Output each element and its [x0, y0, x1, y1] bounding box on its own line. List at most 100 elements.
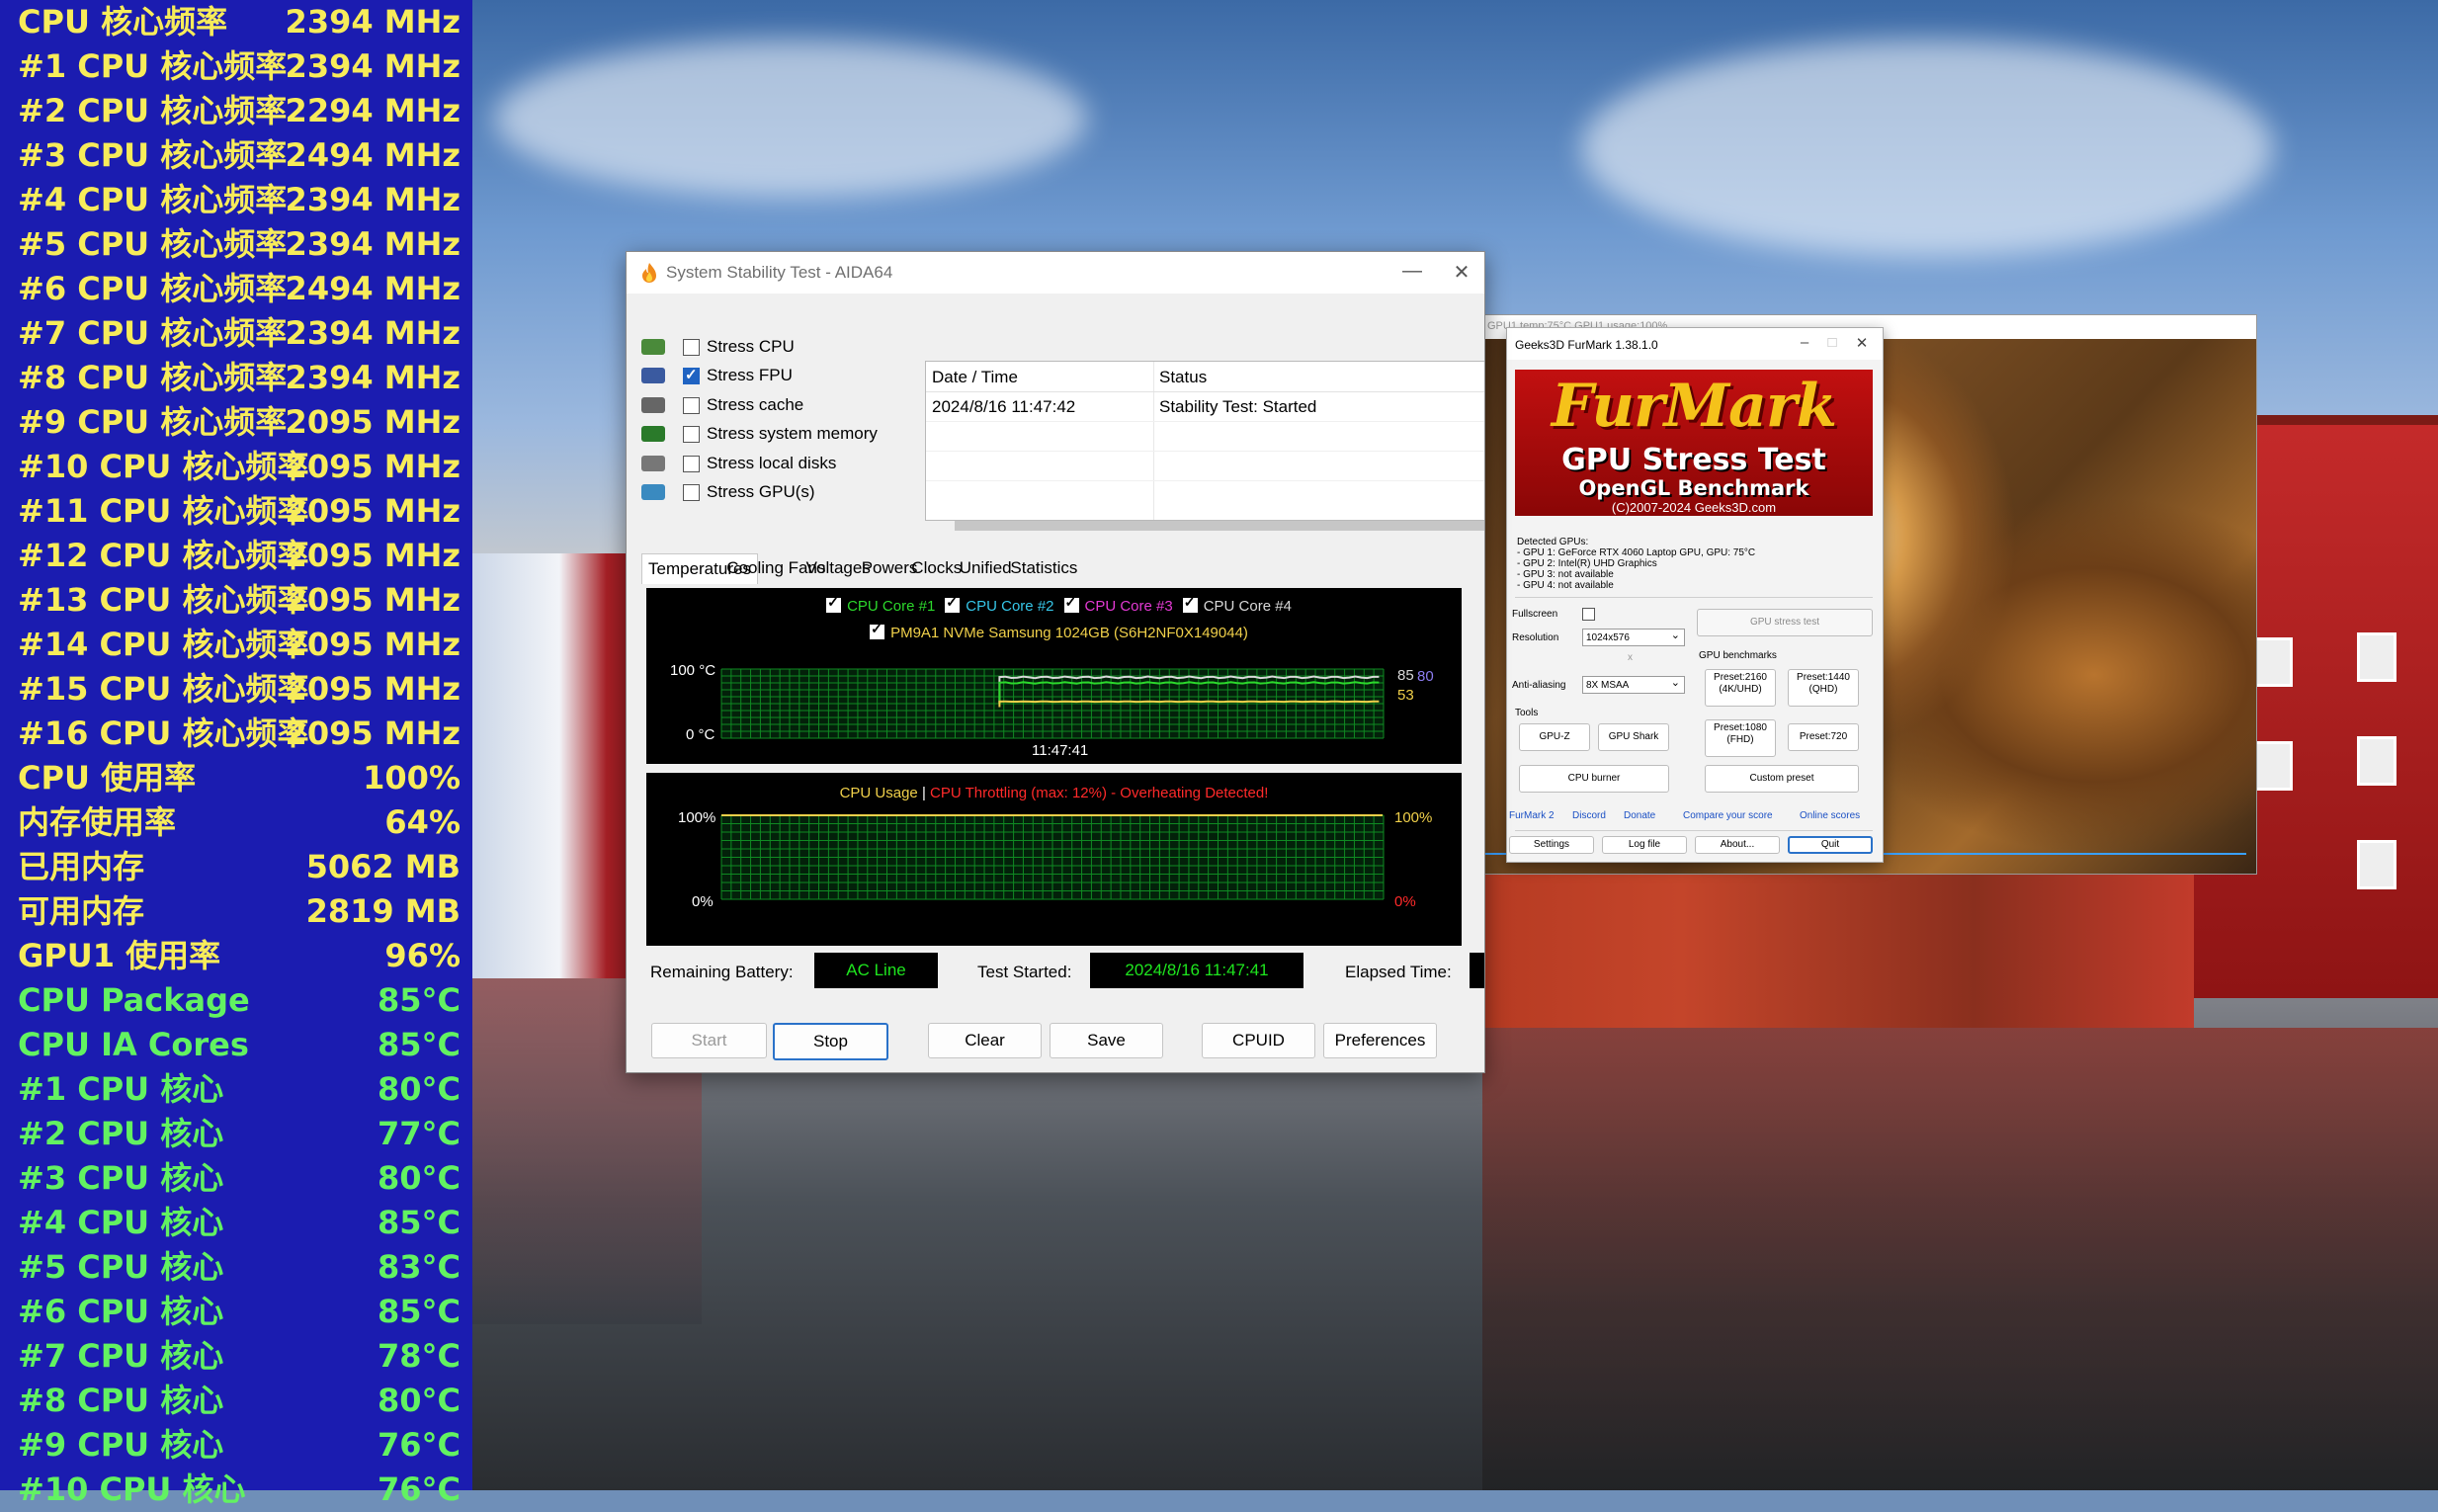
stress-checkbox[interactable] — [683, 366, 700, 385]
detected-gpus-title: Detected GPUs: — [1517, 537, 1589, 547]
stress-checkbox[interactable] — [683, 396, 700, 414]
osd-value: 2294 MHz — [285, 92, 461, 129]
link-online-scores[interactable]: Online scores — [1800, 810, 1860, 821]
osd-row: GPU1 使用率 96% — [0, 934, 472, 978]
about-button[interactable]: About... — [1695, 836, 1780, 854]
osd-label: 内存使用率 — [18, 803, 177, 841]
log-row[interactable]: 2024/8/16 11:47:42 Stability Test: Start… — [926, 391, 1484, 422]
aida64-flame-icon — [642, 263, 656, 283]
usage-title: CPU Usage | CPU Throttling (max: 12%) - … — [646, 785, 1462, 801]
osd-value: 2394 MHz — [285, 3, 461, 41]
osd-row: #7 CPU 核心频率 2394 MHz — [0, 311, 472, 356]
wallpaper-cloud — [494, 40, 1087, 198]
antialiasing-select[interactable]: 8X MSAA — [1582, 674, 1685, 694]
gpu-z-button[interactable]: GPU-Z — [1519, 723, 1590, 751]
osd-value: 2095 MHz — [285, 403, 461, 441]
preset-720-button[interactable]: Preset:720 — [1788, 723, 1859, 751]
stress-device-icon — [641, 339, 665, 355]
furmark-titlebar[interactable]: Geeks3D FurMark 1.38.1.0 – □ ✕ — [1507, 328, 1883, 360]
osd-label: #4 CPU 核心 — [18, 1204, 224, 1241]
osd-row: #4 CPU 核心频率 2394 MHz — [0, 178, 472, 222]
minimize-button[interactable]: – — [1794, 334, 1815, 354]
osd-row: #3 CPU 核心 80°C — [0, 1156, 472, 1201]
legend-label: CPU Core #2 — [966, 598, 1054, 615]
link-furmark-2[interactable]: FurMark 2 — [1509, 810, 1555, 821]
stress-checkbox[interactable] — [683, 455, 700, 472]
stress-checkbox[interactable] — [683, 339, 700, 356]
osd-value: 2394 MHz — [285, 314, 461, 352]
cpuid-button[interactable]: CPUID — [1202, 1023, 1315, 1058]
furmark-window[interactable]: Geeks3D FurMark 1.38.1.0 – □ ✕ FurMark G… — [1506, 327, 1884, 863]
status-info-row: Remaining Battery: AC Line Test Started:… — [627, 953, 1484, 992]
osd-value: 96% — [384, 937, 461, 974]
osd-row: #16 CPU 核心频率 2095 MHz — [0, 712, 472, 756]
osd-value: 2494 MHz — [285, 270, 461, 307]
osd-label: #1 CPU 核心频率 — [18, 47, 288, 85]
fullscreen-checkbox[interactable] — [1582, 608, 1595, 621]
stress-checkbox[interactable] — [683, 426, 700, 444]
legend-checkbox[interactable] — [870, 621, 885, 639]
usage-y-bottom-right: 0% — [1394, 893, 1416, 910]
legend-checkbox[interactable] — [1182, 594, 1198, 613]
settings-button[interactable]: Settings — [1509, 836, 1594, 854]
gpu-line-3: - GPU 3: not available — [1517, 569, 1614, 580]
osd-label: CPU Package — [18, 981, 250, 1019]
osd-label: #16 CPU 核心频率 — [18, 714, 309, 752]
col-status-header[interactable]: Status — [1159, 368, 1207, 387]
legend-label: CPU Core #1 — [847, 598, 936, 615]
stress-device-icon — [641, 426, 665, 443]
osd-row: #5 CPU 核心频率 2394 MHz — [0, 222, 472, 267]
gpu-line-4: - GPU 4: not available — [1517, 580, 1614, 591]
osd-label: CPU 核心频率 — [18, 3, 228, 41]
osd-row: #12 CPU 核心频率 2095 MHz — [0, 534, 472, 578]
aida64-body: Stress CPU Stress FPU Stress cache Stress s… — [627, 294, 1484, 1072]
gpu-shark-button[interactable]: GPU Shark — [1598, 723, 1669, 751]
tab-statistics[interactable]: Statistics — [1004, 553, 1083, 583]
link-discord[interactable]: Discord — [1572, 810, 1606, 821]
aida64-titlebar[interactable]: System Stability Test - AIDA64 — ✕ — [627, 252, 1484, 294]
log-horizontal-scrollbar[interactable] — [955, 521, 1484, 531]
legend-checkbox[interactable] — [826, 594, 842, 613]
link-donate[interactable]: Donate — [1624, 810, 1655, 821]
osd-row: #9 CPU 核心频率 2095 MHz — [0, 400, 472, 445]
osd-value: 2095 MHz — [285, 537, 461, 574]
quit-button[interactable]: Quit — [1788, 836, 1873, 854]
preset-1080-label: Preset:1080 (FHD) — [1714, 722, 1767, 745]
maximize-button: □ — [1827, 334, 1837, 351]
col-date-header[interactable]: Date / Time — [932, 368, 1018, 387]
preset-2160-button[interactable]: Preset:2160 (4K/UHD) — [1705, 669, 1776, 707]
stress-checkbox[interactable] — [683, 484, 700, 501]
osd-value: 2095 MHz — [285, 626, 461, 663]
osd-label: 已用内存 — [18, 848, 145, 885]
osd-row: #9 CPU 核心 76°C — [0, 1423, 472, 1468]
gpu-stress-test-button[interactable]: GPU stress test — [1697, 609, 1873, 636]
clear-button[interactable]: Clear — [928, 1023, 1042, 1058]
osd-value: 83°C — [377, 1248, 461, 1286]
close-button[interactable]: ✕ — [1447, 260, 1476, 286]
osd-value: 100% — [363, 759, 461, 797]
stop-button[interactable]: Stop — [773, 1023, 888, 1060]
close-button[interactable]: ✕ — [1851, 334, 1873, 354]
preferences-button[interactable]: Preferences — [1323, 1023, 1437, 1058]
legend-checkbox[interactable] — [945, 594, 961, 613]
osd-label: #10 CPU 核心频率 — [18, 448, 309, 485]
preset-1440-button[interactable]: Preset:1440 (QHD) — [1788, 669, 1859, 707]
osd-label: #9 CPU 核心频率 — [18, 403, 288, 441]
log-file-button[interactable]: Log file — [1602, 836, 1687, 854]
event-log-table[interactable]: Date / Time Status 2024/8/16 11:47:42 St… — [925, 361, 1484, 521]
osd-row: 内存使用率 64% — [0, 800, 472, 845]
link-compare-score[interactable]: Compare your score — [1683, 810, 1773, 821]
osd-value: 2394 MHz — [285, 359, 461, 396]
start-button[interactable]: Start — [651, 1023, 767, 1058]
cpu-burner-button[interactable]: CPU burner — [1519, 765, 1669, 793]
wallpaper-window — [2357, 632, 2396, 682]
preset-1080-button[interactable]: Preset:1080 (FHD) — [1705, 719, 1776, 757]
custom-preset-button[interactable]: Custom preset — [1705, 765, 1859, 793]
legend-label: PM9A1 NVMe Samsung 1024GB (S6H2NF0X14904… — [890, 625, 1248, 641]
save-button[interactable]: Save — [1050, 1023, 1163, 1058]
aida64-stability-window[interactable]: System Stability Test - AIDA64 — ✕ Stres… — [626, 251, 1485, 1073]
legend-checkbox[interactable] — [1063, 594, 1079, 613]
osd-row: #8 CPU 核心 80°C — [0, 1379, 472, 1423]
osd-row: 可用内存 2819 MB — [0, 889, 472, 934]
resolution-select[interactable]: 1024x576 — [1582, 627, 1685, 646]
